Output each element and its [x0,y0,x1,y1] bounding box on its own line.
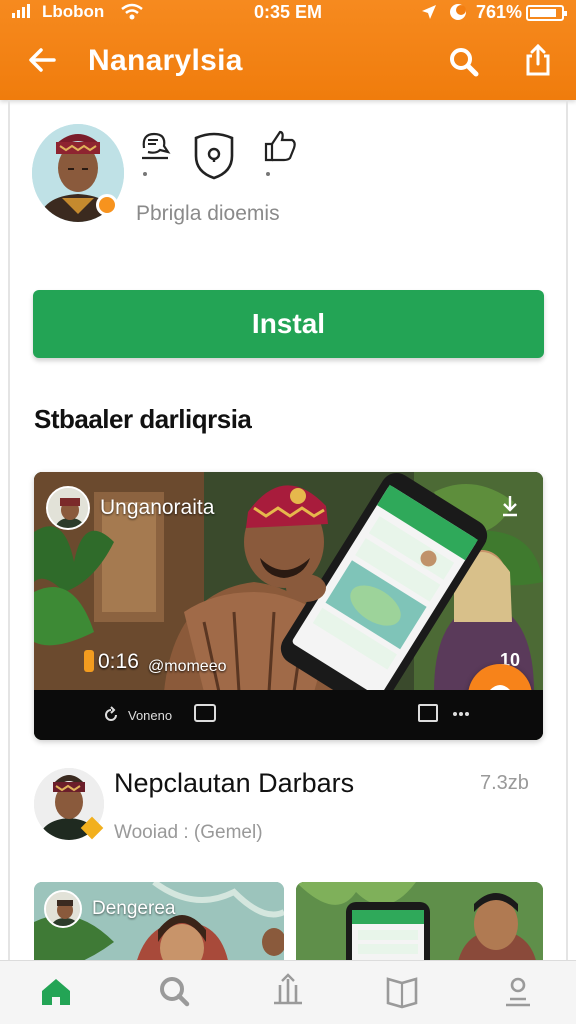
video-counter: 0:16 [84,650,139,674]
channel-name[interactable]: Unganoraita [100,496,214,520]
location-icon [420,3,438,26]
counter-marker [84,650,94,672]
battery-percent: 761% [476,2,523,22]
nav-upload[interactable] [268,971,308,1011]
share-icon [526,43,550,76]
video-controls: Voneno [34,690,543,740]
video-mention: @momeeo [148,658,227,675]
nav-search[interactable] [154,971,194,1011]
moon-icon [448,2,468,27]
page-title: Nanarylsia [88,44,243,77]
captions-icon[interactable] [194,704,216,722]
related-video-2[interactable] [296,882,543,972]
app-header: Lbobon 0:35 EM 761% Nanarylsia [0,0,576,100]
share-button[interactable] [518,40,558,80]
featured-video[interactable]: Unganoraita 0:16 @momeeo 10 Voneno [34,472,543,740]
status-time: 0:35 EM [254,2,323,22]
signal-icon [12,4,30,18]
thumbs-up-icon[interactable] [260,126,298,171]
status-bar: Lbobon 0:35 EM 761% [0,0,576,26]
more-icon[interactable] [452,708,470,723]
arrow-left-icon [29,48,56,72]
stat-dot [266,172,270,176]
search-button[interactable] [444,42,484,82]
video-views: 7.3zb [480,772,529,794]
fullscreen-icon[interactable] [418,704,438,722]
bottom-nav [0,960,576,1024]
profile-subtitle: Pbrigla dioemis [136,202,280,225]
video-subtitle: Wooiad : (Gemel) [114,822,263,843]
home-icon [42,979,70,1005]
channel-avatar[interactable] [46,486,90,530]
control-label: Voneno [128,708,173,723]
video-title[interactable]: Nepclautan Darbars [114,768,354,799]
video-thumbnail [296,882,543,972]
verified-badge [96,194,118,216]
carrier-name: Lbobon [42,2,105,21]
nav-home[interactable] [36,971,76,1011]
channel-avatar[interactable] [44,890,82,928]
chat-icon[interactable] [138,126,172,171]
upload-icon [274,973,302,1005]
profile-icon [506,977,530,1007]
section-heading: Stbaaler darliqrsia [34,404,252,434]
related-video-1[interactable]: Dengerea [34,882,284,972]
library-icon [386,977,418,1009]
search-icon [450,48,479,77]
search-icon [160,977,190,1007]
nav-profile[interactable] [498,971,538,1011]
channel-name[interactable]: Dengerea [92,898,175,920]
counter-text: 0:16 [98,650,139,673]
wifi-icon [120,2,144,27]
shield-badge-icon[interactable] [190,128,238,187]
install-button[interactable]: Instal [33,290,544,358]
stat-dot [143,172,147,176]
back-button[interactable] [22,40,62,80]
replay-icon[interactable] [102,706,120,727]
nav-library[interactable] [382,971,422,1011]
battery-icon [526,5,567,21]
download-icon[interactable] [500,494,520,523]
